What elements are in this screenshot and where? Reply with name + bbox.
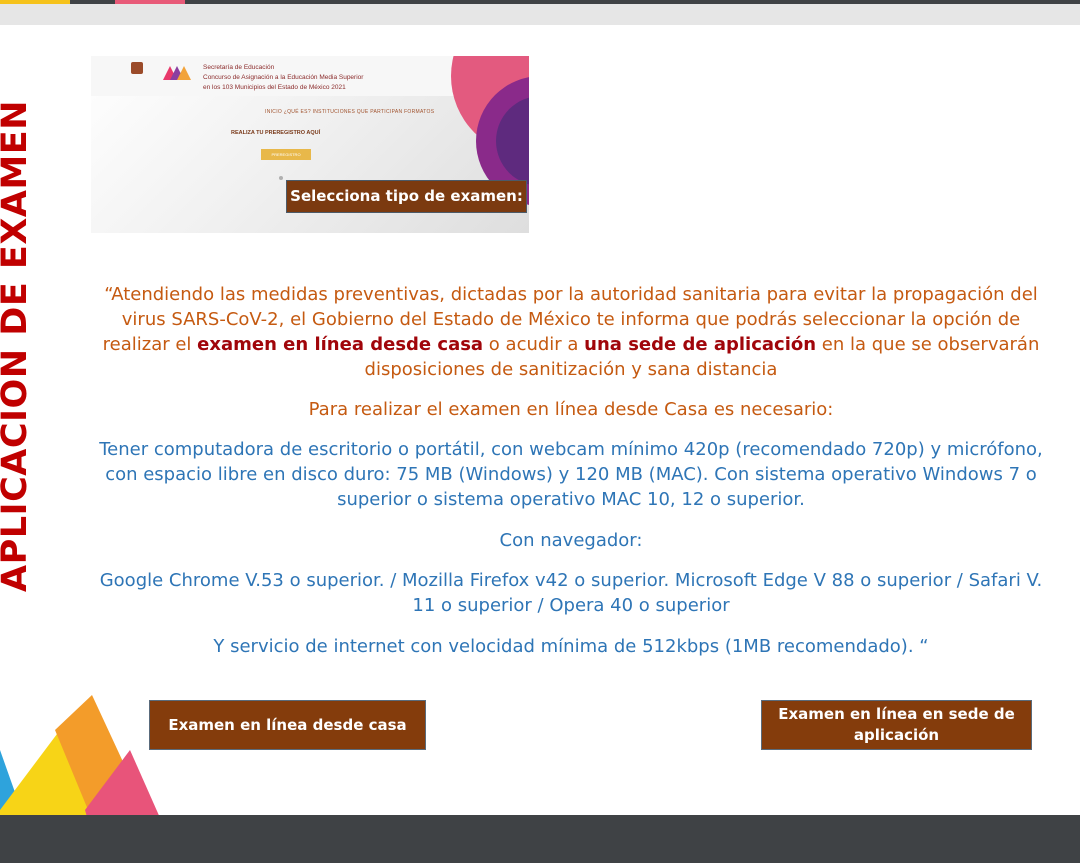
screenshot-header-text: Secretaría de Educación Concurso de Asig… (203, 64, 364, 91)
exam-home-button[interactable]: Examen en línea desde casa (149, 700, 426, 750)
notice-paragraph: “Atendiendo las medidas preventivas, dic… (102, 284, 1040, 380)
edomex-logo-icon (163, 62, 191, 92)
top-strip (0, 4, 1080, 25)
website-screenshot: Secretaría de Educación Concurso de Asig… (91, 56, 529, 233)
screenshot-dot (279, 176, 283, 180)
screenshot-nav: INICIO ¿QUÉ ES? INSTITUCIONES QUE PARTIC… (265, 109, 435, 115)
internet-requirement: Y servicio de internet con velocidad mín… (213, 636, 929, 657)
requirements-heading: Para realizar el examen en línea desde C… (308, 399, 834, 420)
bottom-bar (0, 815, 1080, 863)
government-seal-icon (121, 62, 153, 92)
highlight-site-exam: una sede de aplicación (584, 334, 817, 355)
browser-list: Google Chrome V.53 o superior. / Mozilla… (99, 570, 1043, 616)
requirements-computer: Tener computadora de escritorio o portát… (99, 439, 1043, 510)
screenshot-prereg-button: PREREGISTRO (261, 149, 311, 160)
exam-site-button[interactable]: Examen en línea en sede de aplicación (761, 700, 1032, 750)
highlight-home-exam: examen en línea desde casa (197, 334, 484, 355)
screenshot-prereg-text: REALIZA TU PREREGISTRO AQUÍ (231, 130, 321, 136)
browser-heading: Con navegador: (499, 530, 643, 551)
select-exam-type-label: Selecciona tipo de examen: (286, 180, 527, 213)
side-title: APLICACIÓN DE EXAMEN (0, 100, 35, 592)
